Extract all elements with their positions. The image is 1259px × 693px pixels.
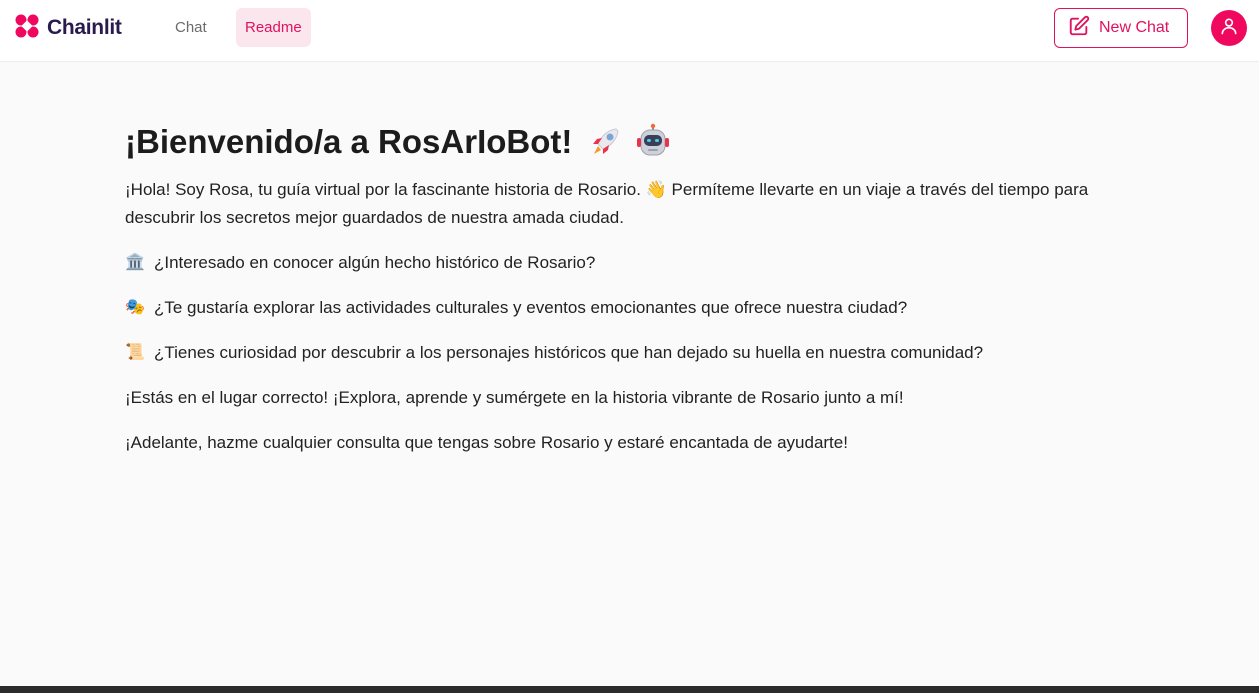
list-item-text: ¿Te gustaría explorar las actividades cu… <box>154 298 908 317</box>
scroll-icon: 📜 <box>125 344 145 361</box>
closing-paragraph: ¡Adelante, hazme cualquier consulta que … <box>125 433 848 452</box>
brand-name: Chainlit <box>47 16 122 39</box>
intro-paragraph: ¡Hola! Soy Rosa, tu guía virtual por la … <box>125 180 1089 227</box>
chainlit-logo[interactable]: Chainlit <box>12 13 122 43</box>
edit-icon <box>1068 15 1090 42</box>
window-bottom-edge <box>0 686 1259 693</box>
tab-chat[interactable]: Chat <box>166 8 216 47</box>
readme-content: ¡Bienvenido/a a RosArIoBot! ¡Hola! Soy R… <box>125 118 1135 457</box>
tab-readme[interactable]: Readme <box>236 8 311 47</box>
robot-icon <box>634 123 672 161</box>
user-icon <box>1219 16 1239 41</box>
closing-paragraph: ¡Estás en el lugar correcto! ¡Explora, a… <box>125 388 904 407</box>
list-item-text: ¿Tienes curiosidad por descubrir a los p… <box>154 343 984 362</box>
list-item: 📜 ¿Tienes curiosidad por descubrir a los… <box>125 339 1135 367</box>
title-text: ¡Bienvenido/a a RosArIoBot! <box>125 123 573 160</box>
user-avatar-button[interactable] <box>1211 10 1247 46</box>
new-chat-label: New Chat <box>1099 19 1170 36</box>
classical-building-icon: 🏛️ <box>125 254 145 271</box>
page-title: ¡Bienvenido/a a RosArIoBot! <box>125 118 1135 166</box>
list-item-text: ¿Interesado en conocer algún hecho histó… <box>154 253 596 272</box>
top-bar: Chainlit Chat Readme New Chat <box>0 0 1259 62</box>
list-item: 🏛️ ¿Interesado en conocer algún hecho hi… <box>125 249 1135 277</box>
chainlit-logo-icon <box>12 11 42 46</box>
list-item: 🎭 ¿Te gustaría explorar las actividades … <box>125 294 1135 322</box>
performing-arts-icon: 🎭 <box>125 299 145 316</box>
new-chat-button[interactable]: New Chat <box>1054 8 1188 48</box>
rocket-icon <box>586 123 624 161</box>
